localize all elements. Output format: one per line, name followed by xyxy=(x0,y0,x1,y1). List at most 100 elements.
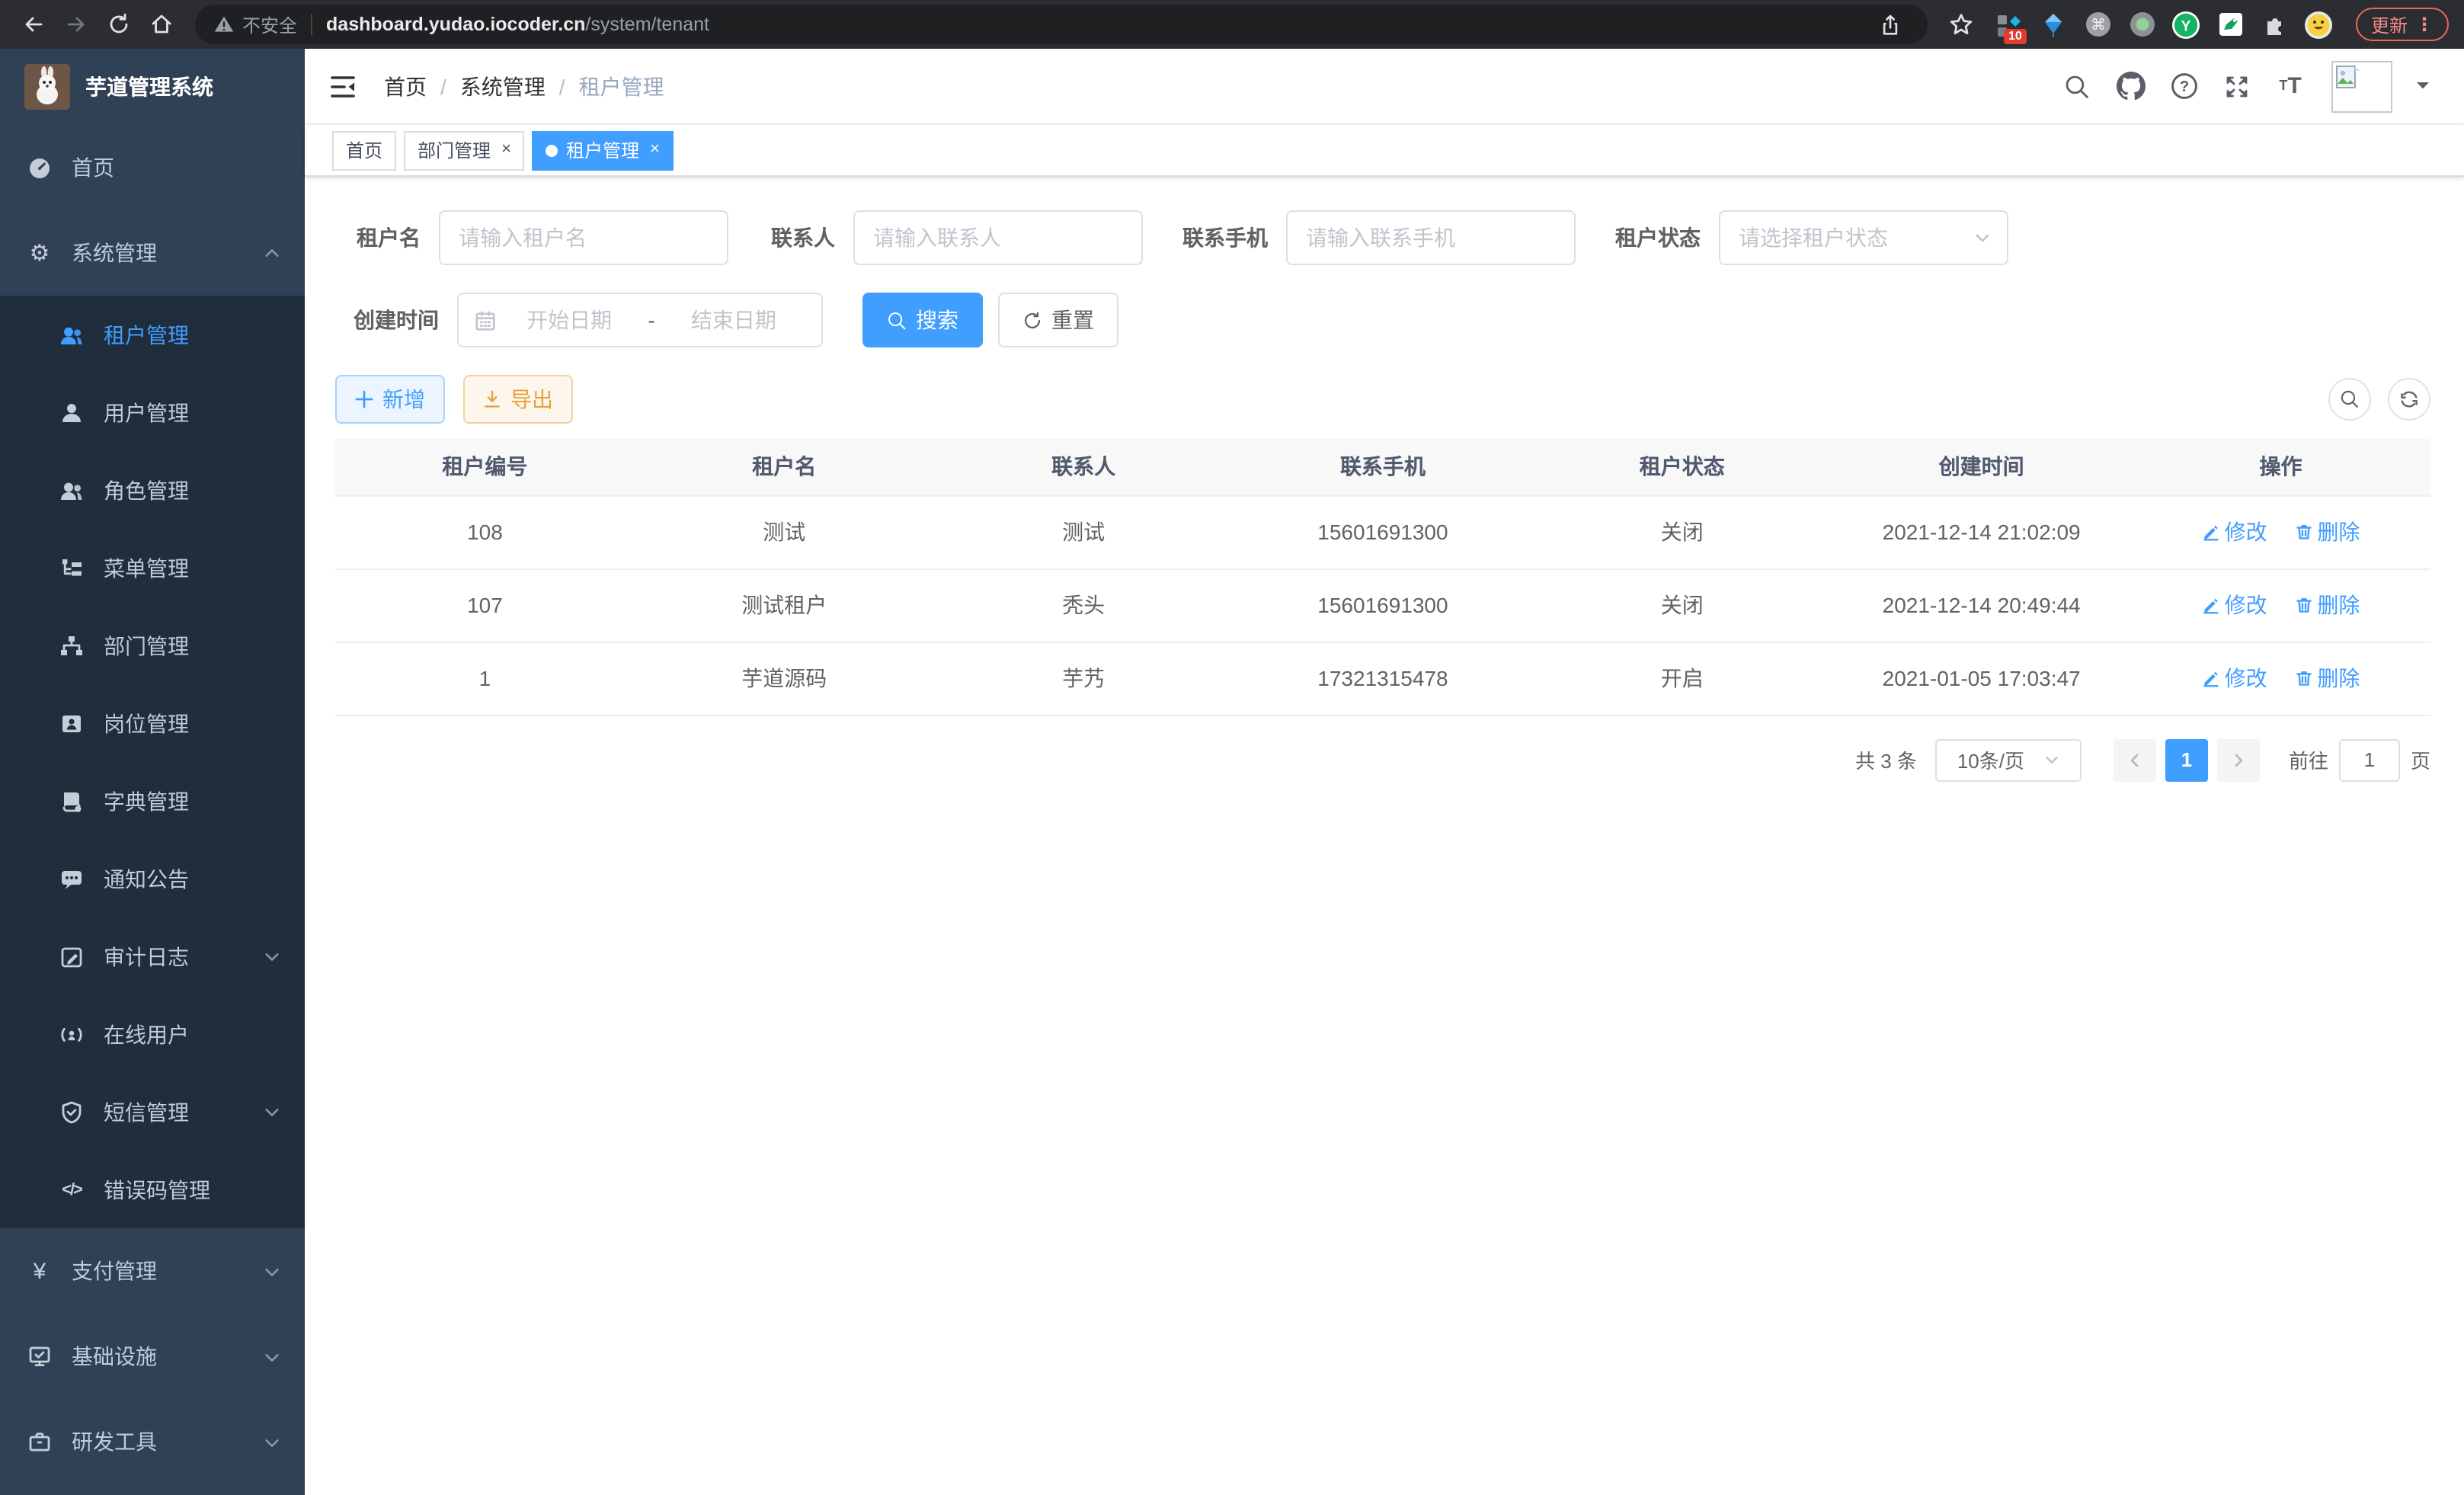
record-extension-icon[interactable] xyxy=(2127,9,2158,40)
chevron-down-icon xyxy=(1973,229,1992,247)
delete-link[interactable]: 删除 xyxy=(2294,663,2360,693)
sidebar-fold-icon[interactable] xyxy=(305,71,358,101)
sidebar-item-error-code[interactable]: </> 错误码管理 xyxy=(0,1151,305,1228)
sms-shield-icon xyxy=(56,1100,87,1124)
avatar-caret-down-icon[interactable] xyxy=(2415,72,2430,100)
col-tenant-name: 租户名 xyxy=(635,439,934,495)
tab-tenant[interactable]: 租户管理 × xyxy=(533,130,674,170)
sidebar-item-home[interactable]: 首页 xyxy=(0,125,305,210)
dictionary-book-icon xyxy=(56,789,87,813)
error-code-icon: </> xyxy=(56,1180,87,1199)
chevron-down-icon xyxy=(264,1348,280,1365)
page-size-select[interactable]: 10条/页 xyxy=(1935,738,2082,781)
reload-icon[interactable] xyxy=(101,6,137,43)
chevron-down-icon xyxy=(2043,751,2059,768)
edit-link[interactable]: 修改 xyxy=(2202,517,2267,547)
plus-icon xyxy=(355,390,373,408)
edit-link[interactable]: 修改 xyxy=(2202,663,2267,693)
tab-dept[interactable]: 部门管理 × xyxy=(404,130,525,170)
sidebar-item-audit-log[interactable]: 审计日志 xyxy=(0,917,305,995)
col-contact: 联系人 xyxy=(934,439,1234,495)
add-button[interactable]: 新增 xyxy=(335,375,445,424)
bookmark-star-icon[interactable] xyxy=(1943,6,1979,43)
contact-label: 联系人 xyxy=(750,222,853,253)
chevron-left-icon xyxy=(2126,751,2144,769)
sidebar-item-devtools[interactable]: 研发工具 xyxy=(0,1399,305,1484)
fullscreen-icon[interactable] xyxy=(2216,63,2258,109)
infra-monitor-icon xyxy=(24,1344,55,1369)
browser-menu-dots-icon[interactable]: ⋮ xyxy=(2415,14,2434,35)
create-time-range-picker[interactable]: 开始日期 - 结束日期 xyxy=(457,293,823,347)
app-title: 芋道管理系统 xyxy=(85,72,213,102)
search-button[interactable]: 搜索 xyxy=(862,293,983,347)
announcement-bubble-icon xyxy=(56,866,87,891)
forward-icon[interactable] xyxy=(58,6,94,43)
sidebar-item-online-users[interactable]: 在线用户 xyxy=(0,995,305,1073)
command-extension-icon[interactable]: ⌘ xyxy=(2083,9,2114,40)
delete-link[interactable]: 删除 xyxy=(2294,517,2360,547)
tab-home[interactable]: 首页 xyxy=(332,130,396,170)
prev-page-button[interactable] xyxy=(2114,738,2156,781)
toggle-search-button[interactable] xyxy=(2328,378,2371,421)
sidebar-item-tenant[interactable]: 租户管理 xyxy=(0,296,305,373)
refresh-icon xyxy=(1022,310,1042,330)
header-search-icon[interactable] xyxy=(2056,63,2098,109)
sidebar-item-system[interactable]: ⚙ 系统管理 xyxy=(0,210,305,296)
sidebar-item-role[interactable]: 角色管理 xyxy=(0,451,305,529)
page-number-1[interactable]: 1 xyxy=(2165,738,2208,781)
sidebar-item-payment[interactable]: ¥ 支付管理 xyxy=(0,1228,305,1314)
sidebar-item-post[interactable]: 岗位管理 xyxy=(0,684,305,762)
breadcrumb-system[interactable]: 系统管理 xyxy=(460,71,546,101)
tags-view-bar: 首页 部门管理 × 租户管理 × xyxy=(305,125,2464,177)
sidebar-item-infra[interactable]: 基础设施 xyxy=(0,1314,305,1399)
contact-input[interactable] xyxy=(853,210,1143,265)
next-page-button[interactable] xyxy=(2217,738,2260,781)
system-submenu: 租户管理 用户管理 角色管理 菜单管理 xyxy=(0,296,305,1228)
y-brand-extension-icon[interactable]: Y xyxy=(2171,9,2202,40)
rabbit-logo-icon xyxy=(24,64,70,110)
profile-avatar-icon[interactable] xyxy=(2304,9,2334,40)
insecure-label: 不安全 xyxy=(242,11,297,37)
github-icon[interactable] xyxy=(2109,63,2152,109)
col-created: 创建时间 xyxy=(1832,439,2131,495)
mobile-input[interactable] xyxy=(1286,210,1576,265)
tenant-name-input[interactable] xyxy=(439,210,728,265)
sidebar-item-user[interactable]: 用户管理 xyxy=(0,373,305,451)
sidebar-item-dict[interactable]: 字典管理 xyxy=(0,762,305,840)
address-bar[interactable]: 不安全 dashboard.yudao.iocoder.cn /system/t… xyxy=(195,5,1928,44)
share-icon[interactable] xyxy=(1873,6,1909,43)
user-avatar-broken-image[interactable] xyxy=(2331,60,2392,112)
sidebar-item-dept[interactable]: 部门管理 xyxy=(0,607,305,684)
col-tenant-id: 租户编号 xyxy=(335,439,635,495)
close-icon[interactable]: × xyxy=(501,142,511,158)
export-button[interactable]: 导出 xyxy=(463,375,573,424)
puzzle-extensions-icon[interactable] xyxy=(2260,9,2290,40)
home-icon[interactable] xyxy=(143,6,180,43)
edit-pencil-icon xyxy=(2202,669,2220,687)
balloon-extension-icon[interactable] xyxy=(2039,9,2069,40)
status-select[interactable]: 请选择租户状态 xyxy=(1719,210,2008,265)
extension-grid-icon[interactable]: 10 xyxy=(1995,9,2025,40)
close-icon[interactable]: × xyxy=(650,142,660,158)
browser-update-button[interactable]: 更新 ⋮ xyxy=(2356,8,2449,41)
font-size-icon[interactable]: TT xyxy=(2269,63,2312,109)
breadcrumb-home[interactable]: 首页 xyxy=(384,71,427,101)
back-icon[interactable] xyxy=(15,6,52,43)
chat-extension-icon[interactable] xyxy=(2216,9,2246,40)
reset-button[interactable]: 重置 xyxy=(998,293,1118,347)
help-icon[interactable]: ? xyxy=(2162,63,2205,109)
user-icon xyxy=(56,400,87,424)
sidebar-item-sms[interactable]: 短信管理 xyxy=(0,1073,305,1151)
delete-link[interactable]: 删除 xyxy=(2294,590,2360,620)
create-time-label: 创建时间 xyxy=(335,305,457,335)
refresh-table-button[interactable] xyxy=(2388,378,2430,421)
sidebar-item-notice[interactable]: 通知公告 xyxy=(0,840,305,917)
audit-edit-icon xyxy=(56,944,87,968)
svg-text:?: ? xyxy=(2179,78,2188,95)
edit-link[interactable]: 修改 xyxy=(2202,590,2267,620)
goto-page-input[interactable] xyxy=(2339,738,2400,781)
status-text: 关闭 xyxy=(1532,495,1832,568)
sidebar-item-menu[interactable]: 菜单管理 xyxy=(0,529,305,607)
app-logo[interactable]: 芋道管理系统 xyxy=(0,49,305,125)
start-date-placeholder: 开始日期 xyxy=(497,305,642,335)
